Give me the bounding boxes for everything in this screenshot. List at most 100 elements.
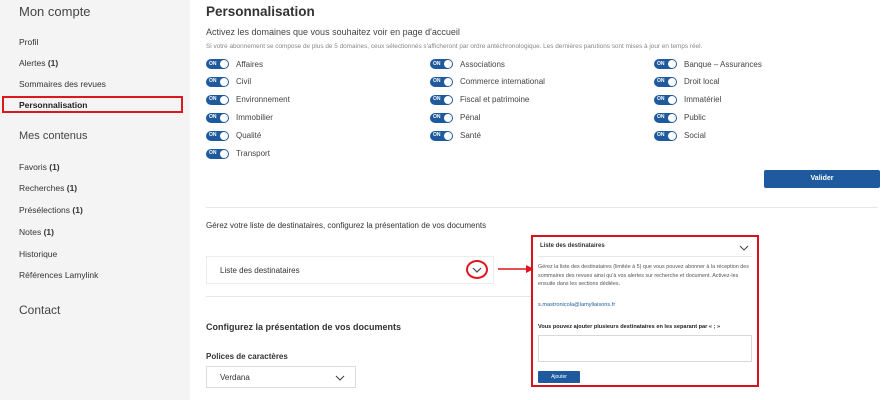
domain-toggle[interactable]: ON Immobilier: [206, 112, 273, 123]
sidebar-item-profil[interactable]: Profil: [19, 37, 38, 47]
add-button[interactable]: Ajouter: [538, 371, 580, 383]
recipients-expand-button[interactable]: [466, 260, 488, 279]
font-select[interactable]: Verdana: [206, 366, 356, 388]
recipients-input[interactable]: [538, 335, 752, 362]
toggle-switch[interactable]: ON: [206, 112, 229, 123]
annotation-arrow: [498, 265, 534, 273]
sidebar-item-personnalisation[interactable]: Personnalisation: [2, 96, 183, 113]
divider: [206, 207, 878, 208]
toggle-knob: [668, 60, 676, 68]
toggle-switch[interactable]: ON: [654, 76, 677, 87]
toggle-label: Commerce international: [460, 77, 545, 87]
domain-toggle[interactable]: ON Transport: [206, 148, 270, 159]
toggle-label: Associations: [460, 59, 505, 69]
sidebar-item-label: Profil: [19, 37, 39, 47]
recipients-panel: Liste des destinataires Gérez la liste d…: [531, 235, 759, 387]
domain-toggle[interactable]: ON Public: [654, 112, 706, 123]
page-title: Personnalisation: [206, 4, 315, 19]
toggle-switch[interactable]: ON: [654, 112, 677, 123]
toggle-switch[interactable]: ON: [206, 148, 229, 159]
domain-toggle[interactable]: ON Banque – Assurances: [654, 59, 762, 69]
toggle-on-text: ON: [657, 60, 665, 67]
sidebar-item-label: Références Lamylink: [19, 270, 99, 280]
toggle-label: Droit local: [684, 77, 720, 87]
domain-toggle[interactable]: ON Immatériel: [654, 94, 721, 105]
toggle-knob: [444, 95, 452, 104]
recipient-email[interactable]: s.mastronicola@lamyliaisons.fr: [538, 302, 615, 308]
toggle-knob: [220, 113, 228, 122]
toggle-switch[interactable]: ON: [430, 112, 453, 123]
sidebar-item-preselections[interactable]: Présélections (1): [19, 205, 83, 215]
toggle-on-text: ON: [209, 60, 217, 67]
contact-link[interactable]: Contact: [19, 303, 60, 317]
sidebar-item-notes[interactable]: Notes (1): [19, 227, 54, 237]
toggle-knob: [220, 95, 228, 104]
domain-toggle[interactable]: ON Santé: [430, 130, 481, 141]
toggle-switch[interactable]: ON: [430, 59, 453, 69]
sidebar-item-label: Notes: [19, 227, 42, 237]
toggle-label: Social: [684, 131, 706, 141]
toggle-label: Transport: [236, 149, 270, 158]
chevron-down-icon: [335, 375, 345, 381]
recipients-accordion[interactable]: Liste des destinataires: [206, 256, 494, 284]
domain-toggle[interactable]: ON Affaires: [206, 59, 263, 69]
toggle-knob: [220, 131, 228, 140]
page-subtitle: Activez les domaines que vous souhaitez …: [206, 27, 460, 37]
toggle-knob: [220, 77, 228, 86]
toggle-switch[interactable]: ON: [430, 130, 453, 141]
toggle-switch[interactable]: ON: [206, 94, 229, 105]
toggle-switch[interactable]: ON: [654, 130, 677, 141]
sidebar-item-label: Favoris: [19, 162, 47, 172]
toggle-on-text: ON: [209, 132, 217, 139]
domain-toggle[interactable]: ON Commerce international: [430, 76, 545, 87]
toggle-knob: [668, 77, 676, 86]
toggle-label: Affaires: [236, 59, 263, 69]
domain-toggle[interactable]: ON Droit local: [654, 76, 720, 87]
toggle-switch[interactable]: ON: [430, 94, 453, 105]
sidebar-item-label: Alertes: [19, 58, 46, 68]
domain-toggle[interactable]: ON Environnement: [206, 94, 290, 105]
domain-toggle[interactable]: ON Qualité: [206, 130, 261, 141]
domain-toggle[interactable]: ON Pénal: [430, 112, 480, 123]
recipients-instruction: Vous pouvez ajouter plusieurs destinatai…: [538, 324, 721, 330]
toggle-on-text: ON: [657, 78, 665, 85]
validate-button[interactable]: Valider: [764, 170, 880, 188]
doc-presentation-title: Configurez la présentation de vos docume…: [206, 322, 402, 332]
sidebar-item-favoris[interactable]: Favoris (1): [19, 162, 60, 172]
sidebar-item-alertes[interactable]: Alertes (1): [19, 58, 58, 68]
sidebar-item-count: (1): [66, 183, 78, 193]
toggle-knob: [444, 113, 452, 122]
contents-heading: Mes contenus: [19, 130, 88, 142]
toggle-switch[interactable]: ON: [206, 59, 229, 69]
toggle-switch[interactable]: ON: [654, 94, 677, 105]
font-select-value: Verdana: [220, 373, 250, 382]
sidebar-item-historique[interactable]: Historique: [19, 249, 57, 259]
chevron-down-icon: [472, 267, 482, 273]
sidebar-item-count: (1): [72, 205, 83, 215]
toggle-switch[interactable]: ON: [654, 59, 677, 69]
toggle-switch[interactable]: ON: [206, 130, 229, 141]
domain-toggle[interactable]: ON Associations: [430, 59, 505, 69]
sidebar-item-label: Sommaires des revues: [19, 79, 106, 89]
sidebar-item-sommaires[interactable]: Sommaires des revues: [19, 79, 106, 89]
domain-toggle[interactable]: ON Civil: [206, 76, 251, 87]
domain-toggle[interactable]: ON Fiscal et patrimoine: [430, 94, 529, 105]
sidebar: Mon compte Profil Alertes (1) Sommaires …: [0, 0, 190, 400]
sidebar-item-count: (1): [49, 162, 60, 172]
domain-toggle[interactable]: ON Social: [654, 130, 706, 141]
recipients-intro: Gérez votre liste de destinataires, conf…: [206, 221, 487, 230]
toggle-on-text: ON: [657, 96, 665, 103]
sidebar-item-label: Personnalisation: [19, 100, 88, 110]
chevron-down-icon[interactable]: [739, 245, 749, 251]
toggle-on-text: ON: [657, 114, 665, 121]
sidebar-item-label: Présélections: [19, 205, 71, 215]
sidebar-item-recherches[interactable]: Recherches (1): [19, 183, 77, 193]
toggle-on-text: ON: [657, 132, 665, 139]
font-label: Polices de caractères: [206, 352, 288, 361]
sidebar-item-count: (1): [47, 58, 59, 68]
toggle-switch[interactable]: ON: [430, 76, 453, 87]
toggle-knob: [220, 60, 228, 68]
toggle-label: Immobilier: [236, 113, 273, 123]
sidebar-item-references[interactable]: Références Lamylink: [19, 270, 98, 280]
toggle-switch[interactable]: ON: [206, 76, 229, 87]
